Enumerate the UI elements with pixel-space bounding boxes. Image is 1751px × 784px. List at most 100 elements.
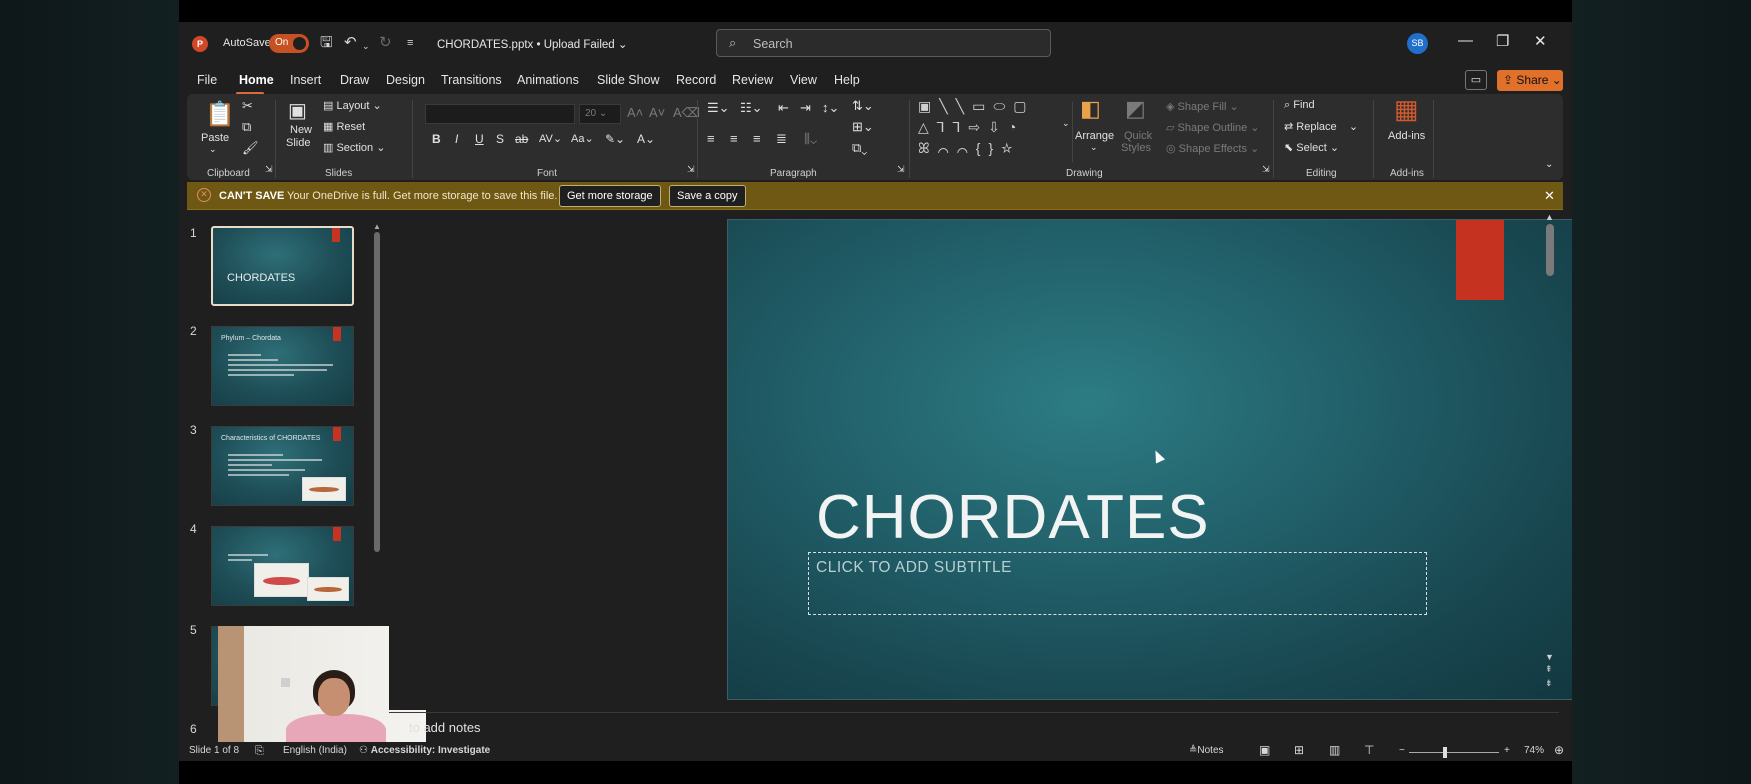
quick-styles-icon[interactable]: ◩ bbox=[1125, 96, 1146, 122]
share-button[interactable]: ⇪ Share ⌄ bbox=[1497, 70, 1563, 91]
notes-pane[interactable]: to add notes bbox=[389, 712, 1559, 742]
drawing-launcher-icon[interactable]: ⇲ bbox=[1262, 164, 1270, 175]
scroll-down-icon[interactable]: ▼ bbox=[1545, 652, 1554, 662]
scroll-up-icon[interactable]: ▲ bbox=[1545, 212, 1554, 222]
zoom-level[interactable]: 74% bbox=[1524, 745, 1544, 756]
clear-formatting-icon[interactable]: A⌫ bbox=[673, 105, 700, 121]
fit-to-window-icon[interactable]: ⊕ bbox=[1554, 743, 1564, 757]
notes-button[interactable]: ≜Notes bbox=[1189, 745, 1224, 756]
minimize-icon[interactable]: — bbox=[1458, 32, 1473, 49]
paragraph-launcher-icon[interactable]: ⇲ bbox=[897, 164, 905, 175]
format-painter-icon[interactable]: 🖌 bbox=[242, 140, 259, 156]
comments-button[interactable]: ▭ bbox=[1465, 70, 1487, 90]
subtitle-placeholder[interactable]: CLICK TO ADD SUBTITLE bbox=[808, 552, 1427, 615]
slide-sorter-icon[interactable]: ⊞ bbox=[1294, 743, 1304, 757]
normal-view-icon[interactable]: ▣ bbox=[1259, 743, 1270, 757]
clipboard-launcher-icon[interactable]: ⇲ bbox=[265, 164, 273, 175]
highlight-icon[interactable]: ✎⌄ bbox=[605, 132, 625, 146]
font-size-select[interactable]: 20 ⌄ bbox=[579, 104, 621, 124]
italic-icon[interactable]: I bbox=[455, 132, 458, 146]
tab-review[interactable]: Review bbox=[732, 73, 773, 87]
align-right-icon[interactable]: ≡ bbox=[753, 131, 761, 146]
font-family-select[interactable] bbox=[425, 104, 575, 124]
accessibility-button[interactable]: ⚇ Accessibility: Investigate bbox=[359, 745, 490, 756]
slide-show-icon[interactable]: ⊤ bbox=[1364, 743, 1374, 757]
tab-slide-show[interactable]: Slide Show bbox=[597, 73, 660, 87]
columns-icon[interactable]: ⫼⌄ bbox=[804, 131, 817, 147]
tab-draw[interactable]: Draw bbox=[340, 73, 369, 87]
slide-title[interactable]: CHORDATES bbox=[816, 482, 1210, 553]
get-more-storage-button[interactable]: Get more storage bbox=[559, 185, 661, 207]
find-button[interactable]: ⌕ Find bbox=[1284, 99, 1315, 112]
copy-icon[interactable]: ⧉ bbox=[242, 119, 251, 135]
slide-thumbnail-2[interactable]: Phylum – Chordata bbox=[211, 326, 354, 406]
new-slide-icon[interactable]: ▣ bbox=[288, 98, 307, 123]
arrange-dropdown-icon[interactable]: ⌄ bbox=[1090, 142, 1098, 153]
collapse-ribbon-icon[interactable]: ⌄ bbox=[1545, 159, 1553, 170]
quick-styles-label-2[interactable]: Styles bbox=[1121, 142, 1151, 154]
shape-outline-button[interactable]: ▱ Shape Outline ⌄ bbox=[1166, 121, 1260, 134]
replace-button[interactable]: ⇄ Replace ⌄ bbox=[1284, 120, 1358, 133]
align-text-icon[interactable]: ⊞⌄ bbox=[852, 119, 874, 135]
save-icon[interactable]: 🖫 bbox=[320, 34, 333, 52]
paste-button[interactable]: Paste bbox=[201, 132, 229, 144]
reset-button[interactable]: ▦ Reset bbox=[323, 120, 365, 133]
strikethrough-icon[interactable]: ab bbox=[515, 132, 528, 146]
shape-fill-button[interactable]: ◈ Shape Fill ⌄ bbox=[1166, 100, 1239, 113]
shape-effects-button[interactable]: ◎ Shape Effects ⌄ bbox=[1166, 142, 1259, 155]
slide-thumbnail-3[interactable]: Characteristics of CHORDATES bbox=[211, 426, 354, 506]
increase-font-icon[interactable]: A˄ bbox=[627, 105, 643, 120]
font-color-icon[interactable]: A⌄ bbox=[637, 132, 655, 146]
shapes-more-icon[interactable]: ⌄ bbox=[1062, 118, 1070, 129]
quick-styles-label[interactable]: Quick bbox=[1124, 130, 1152, 142]
save-a-copy-button[interactable]: Save a copy bbox=[669, 185, 746, 207]
cut-icon[interactable]: ✂ bbox=[242, 98, 253, 114]
select-button[interactable]: ⬉ Select ⌄ bbox=[1284, 141, 1339, 154]
numbering-icon[interactable]: ☷⌄ bbox=[740, 100, 763, 116]
user-avatar[interactable]: SB bbox=[1407, 33, 1428, 54]
underline-icon[interactable]: U bbox=[475, 132, 484, 146]
line-spacing-icon[interactable]: ↕⌄ bbox=[822, 100, 839, 116]
add-ins-icon[interactable]: ▦ bbox=[1394, 94, 1419, 125]
tab-home[interactable]: Home bbox=[239, 73, 274, 87]
tab-design[interactable]: Design bbox=[386, 73, 425, 87]
tab-file[interactable]: File bbox=[197, 73, 217, 87]
font-launcher-icon[interactable]: ⇲ bbox=[687, 164, 695, 175]
align-center-icon[interactable]: ≡ bbox=[730, 131, 738, 146]
slide-thumbnail-4[interactable] bbox=[211, 526, 354, 606]
language-indicator[interactable]: English (India) bbox=[283, 745, 347, 756]
character-spacing-icon[interactable]: AV⌄ bbox=[539, 132, 562, 145]
tab-animations[interactable]: Animations bbox=[517, 73, 579, 87]
scrollbar-thumb[interactable] bbox=[1546, 224, 1554, 276]
current-slide[interactable]: CHORDATES CLICK TO ADD SUBTITLE bbox=[727, 219, 1572, 700]
search-box[interactable]: ⌕ Search bbox=[716, 29, 1051, 57]
tab-insert[interactable]: Insert bbox=[290, 73, 321, 87]
tab-view[interactable]: View bbox=[790, 73, 817, 87]
shapes-gallery[interactable]: ▣╲╲▭⬭▢ △⅂⅂⇨⇩◔ ꕤ⌒⌒{}☆ bbox=[918, 98, 1058, 158]
increase-indent-icon[interactable]: ⇥ bbox=[800, 100, 811, 116]
restore-icon[interactable]: ❐ bbox=[1496, 32, 1509, 50]
shadow-icon[interactable]: S bbox=[496, 132, 504, 146]
paste-dropdown-icon[interactable]: ⌄ bbox=[209, 144, 217, 155]
scrollbar-thumb[interactable] bbox=[374, 232, 380, 552]
change-case-icon[interactable]: Aa⌄ bbox=[571, 132, 594, 145]
add-ins-button[interactable]: Add-ins bbox=[1388, 130, 1425, 142]
zoom-out-icon[interactable]: − bbox=[1399, 745, 1405, 756]
undo-icon[interactable]: ↶ bbox=[344, 34, 357, 52]
justify-icon[interactable]: ≣ bbox=[776, 131, 787, 147]
autosave-toggle[interactable]: On bbox=[269, 34, 309, 53]
section-button[interactable]: ▥ Section ⌄ bbox=[323, 141, 385, 154]
zoom-slider-thumb[interactable] bbox=[1443, 747, 1447, 758]
bold-icon[interactable]: B bbox=[432, 132, 441, 146]
undo-dropdown-icon[interactable]: ⌄ bbox=[362, 37, 370, 55]
paste-icon[interactable]: 📋 bbox=[205, 100, 235, 129]
spelling-icon[interactable]: ⎘ bbox=[255, 745, 264, 758]
tab-transitions[interactable]: Transitions bbox=[441, 73, 502, 87]
close-icon[interactable]: ✕ bbox=[1534, 32, 1547, 50]
zoom-slider-track[interactable] bbox=[1409, 752, 1499, 753]
arrange-icon[interactable]: ◧ bbox=[1080, 96, 1101, 122]
slide-scrollbar[interactable]: ▲ ▼ ⇞ ⇟ bbox=[1545, 212, 1554, 692]
decrease-indent-icon[interactable]: ⇤ bbox=[778, 100, 789, 116]
customize-toolbar-icon[interactable]: ≡ bbox=[407, 34, 413, 52]
decrease-font-icon[interactable]: A˅ bbox=[649, 105, 665, 120]
